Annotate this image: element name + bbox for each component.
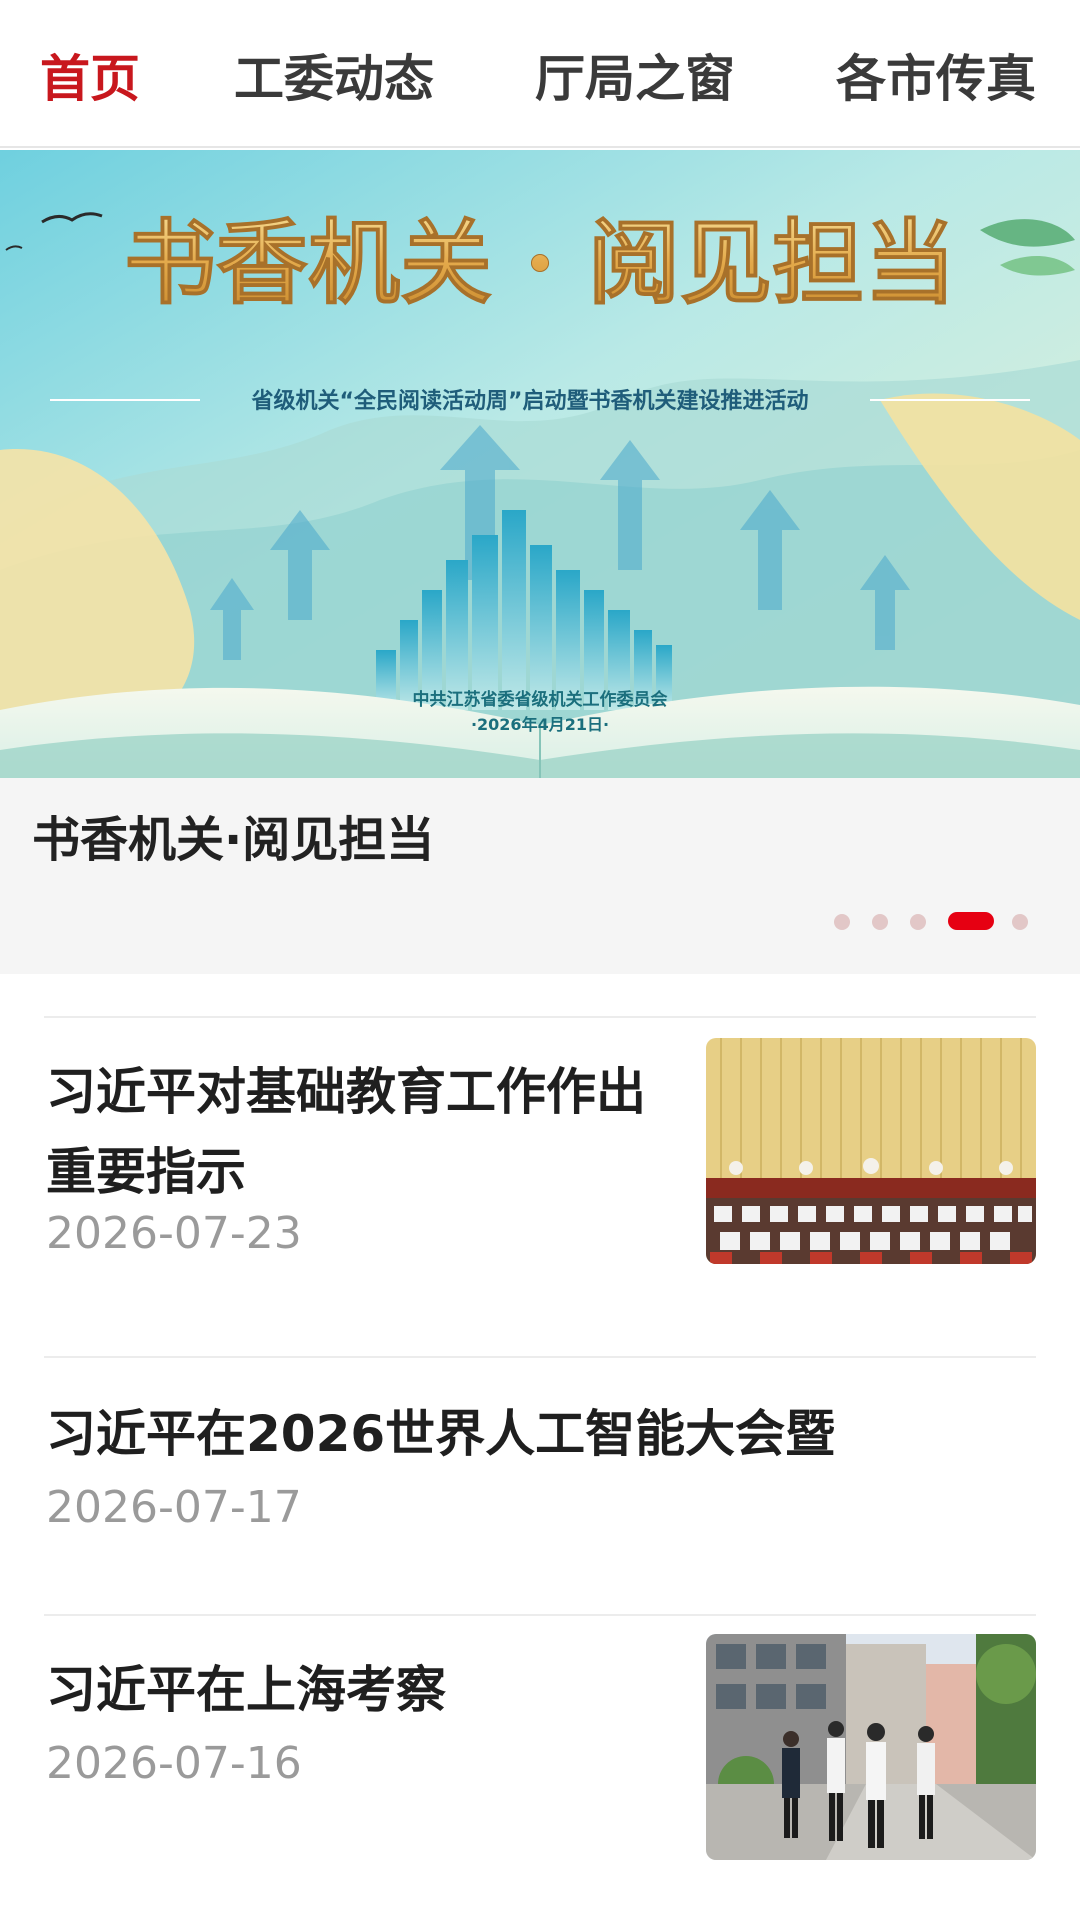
banner-organization: 中共江苏省委省级机关工作委员会 <box>413 689 668 710</box>
news-date: 2026-07-23 <box>46 1208 302 1259</box>
carousel-pagination <box>834 912 1028 932</box>
news-title[interactable]: 习近平在上海考察 <box>46 1650 686 1730</box>
news-item[interactable]: 习近平在2026世界人工智能大会暨 2026-07-17 <box>0 1358 1080 1614</box>
banner-subtitle: 省级机关“全民阅读活动周”启动暨书香机关建设推进活动 <box>251 388 809 414</box>
banner-date: ·2026年4月21日· <box>471 715 609 734</box>
carousel-dot[interactable] <box>872 914 888 930</box>
tab-home[interactable]: 首页 <box>40 44 140 114</box>
news-thumbnail-inspection[interactable] <box>706 1634 1036 1860</box>
carousel-dot[interactable] <box>1012 914 1028 930</box>
news-list: 习近平对基础教育工作作出重要指示 2026-07-23 习近平在2026世界人工… <box>0 974 1080 1920</box>
carousel-dot[interactable] <box>834 914 850 930</box>
carousel-caption[interactable]: 书香机关·阅见担当 <box>32 800 434 870</box>
tab-department-window[interactable]: 厅局之窗 <box>535 44 735 114</box>
banner-headline: 书香机关 · 阅见担当 <box>124 209 956 317</box>
news-item[interactable]: 习近平在上海考察 2026-07-16 <box>0 1616 1080 1916</box>
news-title[interactable]: 习近平对基础教育工作作出重要指示 <box>46 1052 686 1212</box>
carousel-dot-active[interactable] <box>948 912 994 930</box>
carousel-banner[interactable]: 书香机关 · 阅见担当 省级机关“全民阅读活动周”启动暨书香机关建设推进活动 中… <box>0 150 1080 778</box>
carousel-caption-area: 书香机关·阅见担当 <box>0 778 1080 974</box>
news-thumbnail-meeting[interactable] <box>706 1038 1036 1264</box>
tab-committee-news[interactable]: 工委动态 <box>234 44 434 114</box>
carousel-dot[interactable] <box>910 914 926 930</box>
news-title[interactable]: 习近平在2026世界人工智能大会暨 <box>46 1394 1036 1474</box>
tab-city-fax[interactable]: 各市传真 <box>836 44 1036 114</box>
top-tab-bar: 首页 工委动态 厅局之窗 各市传真 <box>0 0 1080 148</box>
news-date: 2026-07-17 <box>46 1482 302 1533</box>
news-item[interactable]: 习近平对基础教育工作作出重要指示 2026-07-23 <box>0 1018 1080 1356</box>
news-date: 2026-07-16 <box>46 1738 302 1789</box>
